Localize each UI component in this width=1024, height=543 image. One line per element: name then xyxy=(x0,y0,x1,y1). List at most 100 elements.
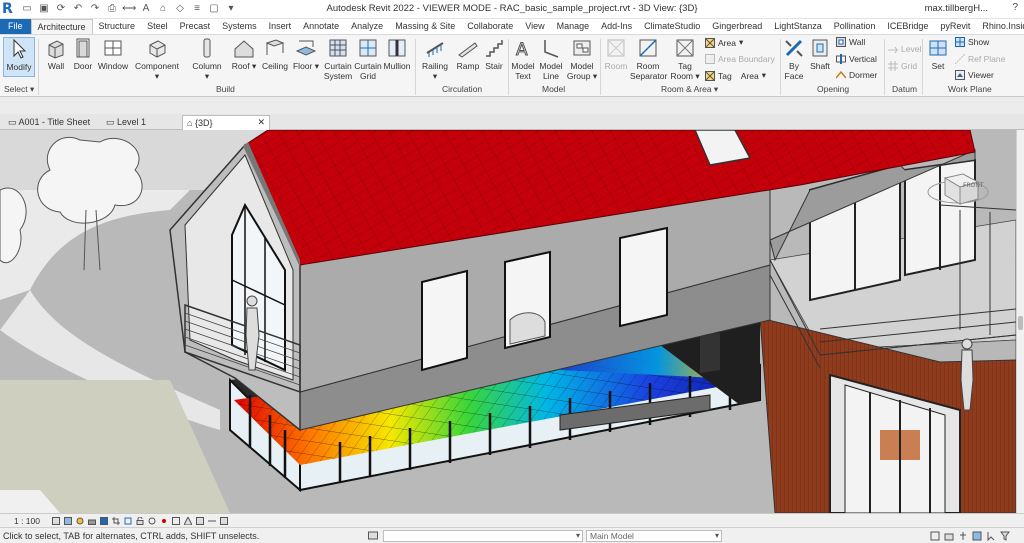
view-tab-title-sheet[interactable]: ▭ A001 - Title Sheet xyxy=(4,115,94,130)
viewer-button[interactable]: Viewer xyxy=(955,70,994,80)
underlay-select-icon[interactable] xyxy=(944,531,954,541)
worksharing-display-icon[interactable] xyxy=(172,517,180,525)
human-figure-terrace xyxy=(960,338,974,411)
drag-select-icon[interactable] xyxy=(986,531,996,541)
wall-button[interactable]: Wall xyxy=(43,37,69,71)
analysis-display-icon[interactable] xyxy=(184,517,192,525)
tab-insert[interactable]: Insert xyxy=(263,19,298,34)
worksets-icon[interactable] xyxy=(368,531,378,540)
tab-pyrevit[interactable]: pyRevit xyxy=(934,19,976,34)
by-face-button[interactable]: By Face xyxy=(783,37,805,81)
tag-room-label-1: Tag xyxy=(678,61,692,71)
crop-view-icon[interactable] xyxy=(112,517,120,525)
tag-area-button[interactable]: Tag Area ▾ xyxy=(705,70,766,81)
view-tab-level-1[interactable]: ▭ Level 1 xyxy=(102,115,150,130)
model-line-button[interactable]: Model Line xyxy=(538,37,564,81)
tab-pollination[interactable]: Pollination xyxy=(828,19,882,34)
hide-analytical-model-icon[interactable] xyxy=(220,517,228,525)
roof-button[interactable]: Roof ▾ xyxy=(230,37,258,71)
tab-collaborate[interactable]: Collaborate xyxy=(461,19,519,34)
stair-button[interactable]: Stair xyxy=(482,37,506,71)
tab-icebridge[interactable]: ICEBridge xyxy=(881,19,934,34)
reveal-hidden-icon[interactable] xyxy=(160,517,168,525)
component-button[interactable]: Component ▾ xyxy=(134,37,180,81)
select-panel-label[interactable]: Select ▾ xyxy=(4,84,34,95)
tab-structure[interactable]: Structure xyxy=(93,19,142,34)
highlight-displacement-icon[interactable] xyxy=(196,517,204,525)
floor-icon xyxy=(295,40,317,56)
curtain-grid-button[interactable]: Curtain Grid xyxy=(354,37,382,81)
tab-analyze[interactable]: Analyze xyxy=(345,19,389,34)
tab-architecture[interactable]: Architecture xyxy=(30,19,93,34)
view-scale[interactable]: 1 : 100 xyxy=(14,516,40,526)
column-button[interactable]: Column ▾ xyxy=(190,37,224,81)
railing-button[interactable]: Railing ▾ xyxy=(420,37,450,81)
tab-file[interactable]: File xyxy=(0,19,31,34)
floor-button[interactable]: Floor ▾ xyxy=(292,37,320,71)
view-tab-3d[interactable]: ⌂ {3D} ✕ xyxy=(182,115,270,130)
tab-massing-site[interactable]: Massing & Site xyxy=(389,19,461,34)
tab-precast[interactable]: Precast xyxy=(174,19,217,34)
detail-level-icon[interactable] xyxy=(52,517,60,525)
modify-button[interactable]: Modify xyxy=(3,37,35,77)
reveal-constraints-icon[interactable] xyxy=(208,517,216,525)
pinned-select-icon[interactable] xyxy=(958,531,968,541)
room-button[interactable]: Room xyxy=(603,37,629,71)
area-button[interactable]: Area ▾ xyxy=(705,37,743,48)
face-select-icon[interactable] xyxy=(972,531,982,541)
scrollbar-thumb[interactable] xyxy=(1018,316,1023,330)
ceiling-label: Ceiling xyxy=(262,61,288,71)
unlock-3d-view-icon[interactable] xyxy=(136,517,144,525)
tab-steel[interactable]: Steel xyxy=(141,19,174,34)
tab-add-ins[interactable]: Add-Ins xyxy=(595,19,638,34)
set-work-plane-button[interactable]: Set xyxy=(926,37,950,71)
mullion-button[interactable]: Mullion xyxy=(382,37,412,71)
dormer-button[interactable]: Dormer xyxy=(836,70,877,80)
curtain-system-button[interactable]: Curtain System xyxy=(322,37,354,81)
filter-icon[interactable] xyxy=(1000,531,1010,541)
tab-annotate[interactable]: Annotate xyxy=(297,19,345,34)
stair-icon xyxy=(486,40,503,57)
user-account[interactable]: max.tillbergH... xyxy=(925,3,988,14)
tab-rhino-inside[interactable]: Rhino.Inside xyxy=(976,19,1024,34)
door-button[interactable]: Door xyxy=(71,37,95,71)
help-icon[interactable]: ? xyxy=(1012,2,1018,13)
tab-view[interactable]: View xyxy=(519,19,550,34)
render-icon[interactable] xyxy=(100,517,108,525)
tab-gingerbread[interactable]: Gingerbread xyxy=(706,19,768,34)
temporary-hide-icon[interactable] xyxy=(148,517,156,525)
tab-climatestudio[interactable]: ClimateStudio xyxy=(638,19,706,34)
design-option-selector[interactable]: Main Model ▾ xyxy=(586,530,722,542)
visual-style-icon[interactable] xyxy=(64,517,72,525)
model-text-button[interactable]: A Model Text xyxy=(510,37,536,82)
shaft-icon xyxy=(812,39,828,57)
tab-systems[interactable]: Systems xyxy=(216,19,263,34)
shadows-icon[interactable] xyxy=(88,517,96,525)
vertical-opening-button[interactable]: Vertical xyxy=(836,54,877,64)
workset-selector[interactable]: ▾ xyxy=(383,530,583,542)
level-button[interactable]: Level xyxy=(888,44,921,54)
ramp-button[interactable]: Ramp xyxy=(455,37,481,71)
tag-room-button[interactable]: Tag Room ▾ xyxy=(670,37,700,81)
tab-lightstanza[interactable]: LightStanza xyxy=(768,19,828,34)
vertical-scrollbar[interactable] xyxy=(1016,130,1024,513)
roof-label: Roof xyxy=(231,61,250,71)
window-button[interactable]: Window xyxy=(97,37,129,71)
room-area-panel-label[interactable]: Room & Area ▾ xyxy=(661,84,718,95)
ceiling-button[interactable]: Ceiling xyxy=(260,37,290,71)
link-select-icon[interactable] xyxy=(930,531,940,541)
show-crop-region-icon[interactable] xyxy=(124,517,132,525)
shaft-button[interactable]: Shaft xyxy=(807,37,833,71)
3d-view-canvas[interactable]: FRONT xyxy=(0,130,1016,513)
show-work-plane-button[interactable]: Show xyxy=(955,37,989,47)
grid-button[interactable]: Grid xyxy=(888,61,917,71)
sun-path-icon[interactable] xyxy=(76,517,84,525)
model-group-button[interactable]: Model Group ▾ xyxy=(566,37,598,81)
ref-plane-button[interactable]: Ref Plane xyxy=(955,54,1005,64)
room-separator-button[interactable]: Room Separator xyxy=(630,37,667,81)
close-tab-icon[interactable]: ✕ xyxy=(257,117,265,128)
wall-opening-button[interactable]: Wall xyxy=(836,37,865,47)
area-boundary-button[interactable]: Area Boundary xyxy=(705,54,775,64)
tab-manage[interactable]: Manage xyxy=(551,19,596,34)
railing-label: Railing xyxy=(422,61,448,71)
